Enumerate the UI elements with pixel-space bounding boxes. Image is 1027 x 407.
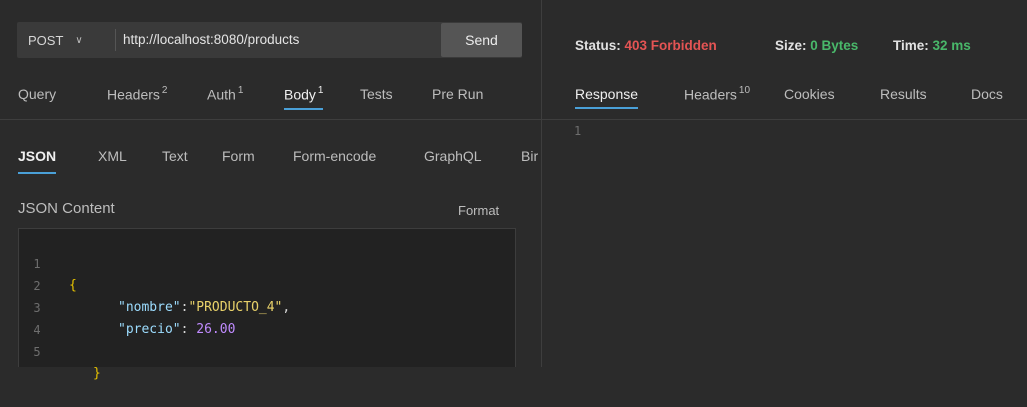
tabs-divider <box>0 119 541 120</box>
tab-tests[interactable]: Tests <box>360 86 393 102</box>
url-bar: POST ∨ http://localhost:8080/products Se… <box>17 22 522 58</box>
body-tab-binary[interactable]: Bir <box>521 148 538 164</box>
tab-cookies[interactable]: Cookies <box>784 86 835 102</box>
headers-count-badge: 2 <box>161 85 168 96</box>
body-tab-form[interactable]: Form <box>222 148 255 164</box>
tab-pre-run[interactable]: Pre Run <box>432 86 483 102</box>
size-value: 0 Bytes <box>810 38 859 53</box>
editor-line: 1 { <box>19 231 76 293</box>
auth-count-badge: 1 <box>237 85 244 96</box>
json-value: "PRODUCTO_4" <box>188 300 283 315</box>
status-badge: 403 Forbidden <box>624 38 717 53</box>
response-headers-count-badge: 10 <box>738 85 751 96</box>
editor-line: 5 } <box>19 319 100 381</box>
status-indicator: Status: 403 Forbidden <box>575 38 717 53</box>
body-tab-xml[interactable]: XML <box>98 148 127 164</box>
format-button[interactable]: Format <box>458 203 499 218</box>
time-value: 32 ms <box>932 38 971 53</box>
response-tabs-divider <box>542 119 1027 120</box>
tab-response[interactable]: Response <box>575 86 639 109</box>
json-content-label: JSON Content <box>18 200 115 217</box>
line-number: 1 <box>574 124 582 138</box>
tab-body[interactable]: Body 1 <box>284 85 324 110</box>
tab-results[interactable]: Results <box>880 86 927 102</box>
editor-line: 4 <box>19 297 66 337</box>
tab-response-headers[interactable]: Headers 10 <box>684 85 751 103</box>
time-indicator: Time: 32 ms <box>893 38 971 53</box>
send-button[interactable]: Send <box>441 23 522 57</box>
response-viewer[interactable] <box>542 122 1027 367</box>
body-tab-json[interactable]: JSON <box>18 148 57 174</box>
tab-headers[interactable]: Headers 2 <box>107 85 168 103</box>
open-brace: { <box>69 278 77 293</box>
body-tab-text[interactable]: Text <box>162 148 188 164</box>
body-count-badge: 1 <box>317 85 324 96</box>
body-tab-graphql[interactable]: GraphQL <box>424 148 482 164</box>
editor-line: 2 "nombre":"PRODUCTO_4", <box>19 253 290 315</box>
url-input[interactable]: http://localhost:8080/products <box>123 22 299 58</box>
method-label: POST <box>28 32 64 48</box>
body-tab-form-encode[interactable]: Form-encode <box>293 148 376 164</box>
close-brace: } <box>93 366 101 381</box>
json-editor[interactable]: 1 { 2 "nombre":"PRODUCTO_4", 3 "precio":… <box>18 228 516 381</box>
tab-query[interactable]: Query <box>18 86 56 102</box>
method-select[interactable]: POST ∨ <box>17 22 109 58</box>
json-key: "nombre" <box>118 300 181 315</box>
method-divider <box>115 29 116 51</box>
tab-auth[interactable]: Auth 1 <box>207 85 244 103</box>
request-pane: POST ∨ http://localhost:8080/products Se… <box>0 0 541 381</box>
json-key: "precio" <box>118 322 181 337</box>
chevron-down-icon: ∨ <box>75 34 83 46</box>
json-value: 26.00 <box>196 322 236 337</box>
editor-line: 3 "precio": 26.00 <box>19 275 235 337</box>
line-number: 5 <box>33 345 41 359</box>
tab-docs[interactable]: Docs <box>971 86 1003 102</box>
size-indicator: Size: 0 Bytes <box>775 38 859 53</box>
